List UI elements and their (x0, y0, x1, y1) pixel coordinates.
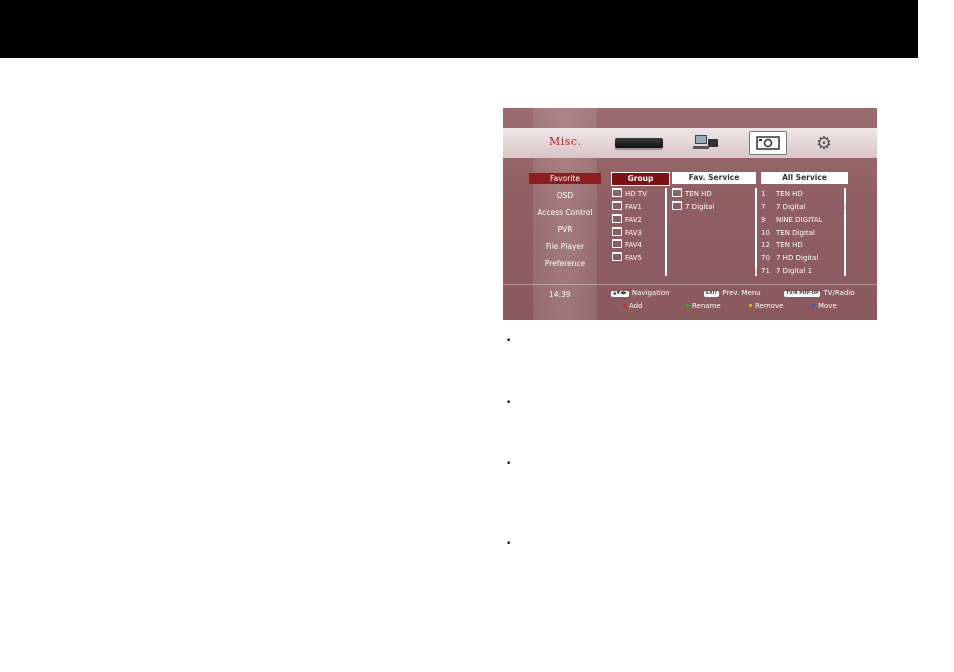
menu-item-file-player[interactable]: File Player (529, 241, 601, 252)
group-item[interactable]: FAV5 (612, 252, 642, 265)
menu-item-access-control[interactable]: Access Control (529, 207, 601, 218)
navigation-key-icon: ▲▼◀▶ (611, 291, 629, 297)
all-service-left-scrollbar[interactable] (755, 188, 757, 276)
rename-hint: Rename (686, 302, 721, 310)
group-item[interactable]: FAV3 (612, 227, 642, 240)
group-item[interactable]: HD TV (612, 188, 647, 201)
all-service-item[interactable]: 9 NINE DIGITAL (761, 214, 823, 227)
top-black-bar (0, 0, 918, 58)
red-key-icon (623, 304, 626, 307)
bullet: • (506, 398, 512, 408)
folder-icon (612, 214, 622, 223)
all-service-column-header[interactable]: All Service (761, 172, 848, 184)
blue-key-icon (812, 304, 815, 307)
folder-icon (612, 201, 622, 210)
set-top-box-icon[interactable] (613, 131, 665, 155)
all-service-item[interactable]: 10 TEN Digital (761, 227, 815, 240)
network-pc-icon[interactable] (691, 131, 721, 155)
fav-service-item[interactable]: TEN HD (672, 188, 712, 201)
settings-gear-icon[interactable]: ⚙ (809, 131, 839, 155)
bullet: • (506, 539, 512, 549)
group-item[interactable]: FAV2 (612, 214, 642, 227)
folder-icon (612, 239, 622, 248)
remove-hint: Remove (749, 302, 783, 310)
folder-icon (612, 188, 622, 197)
green-key-icon (686, 304, 689, 307)
menu-item-preference[interactable]: Preference (529, 258, 601, 269)
all-service-item[interactable]: 77 Digital (761, 201, 805, 214)
fav-service-column-header[interactable]: Fav. Service (672, 172, 756, 184)
folder-icon (612, 252, 622, 261)
all-service-right-scrollbar[interactable] (844, 188, 846, 276)
folder-icon (672, 201, 682, 210)
tv-menu-screenshot: Misc. ⚙ Favorite OSD Access Control PVR … (503, 108, 877, 320)
footer-divider (503, 284, 877, 285)
clock: 14:39 (549, 290, 571, 299)
bullet: • (506, 459, 512, 469)
scroll-thumb[interactable] (755, 268, 757, 274)
bullet: • (506, 336, 512, 346)
group-item[interactable]: FAV1 (612, 201, 642, 214)
all-service-item[interactable]: 71 7 Digital 1 (761, 265, 812, 278)
scroll-thumb[interactable] (844, 204, 846, 210)
exit-key-icon: EXIT (704, 291, 720, 297)
yellow-key-icon (749, 304, 752, 307)
all-service-item[interactable]: 1 TEN HD (761, 188, 803, 201)
group-scrollbar[interactable] (665, 188, 667, 276)
fav-service-item[interactable]: 7 Digital (672, 201, 714, 214)
tv-radio-hint: TV/R POP-UP TV/Radio (784, 289, 855, 297)
prev-menu-hint: EXIT Prev. Menu (704, 289, 761, 297)
menu-item-pvr[interactable]: PVR (529, 224, 601, 235)
tv-radio-key-icon: TV/R POP-UP (784, 291, 821, 297)
folder-icon (612, 227, 622, 236)
menu-header: Misc. (549, 135, 582, 148)
folder-icon (672, 188, 682, 197)
move-hint: Move (812, 302, 837, 310)
navigation-hint: ▲▼◀▶ Navigation (611, 289, 670, 297)
menu-item-osd[interactable]: OSD (529, 190, 601, 201)
group-column-header[interactable]: Group (611, 172, 670, 186)
menu-item-favorite[interactable]: Favorite (529, 173, 601, 184)
all-service-item[interactable]: 12 TEN HD (761, 239, 803, 252)
add-hint: Add (623, 302, 643, 310)
media-icon[interactable] (749, 131, 787, 155)
group-item[interactable]: FAV4 (612, 239, 642, 252)
all-service-item[interactable]: 70 7 HD Digital (761, 252, 818, 265)
